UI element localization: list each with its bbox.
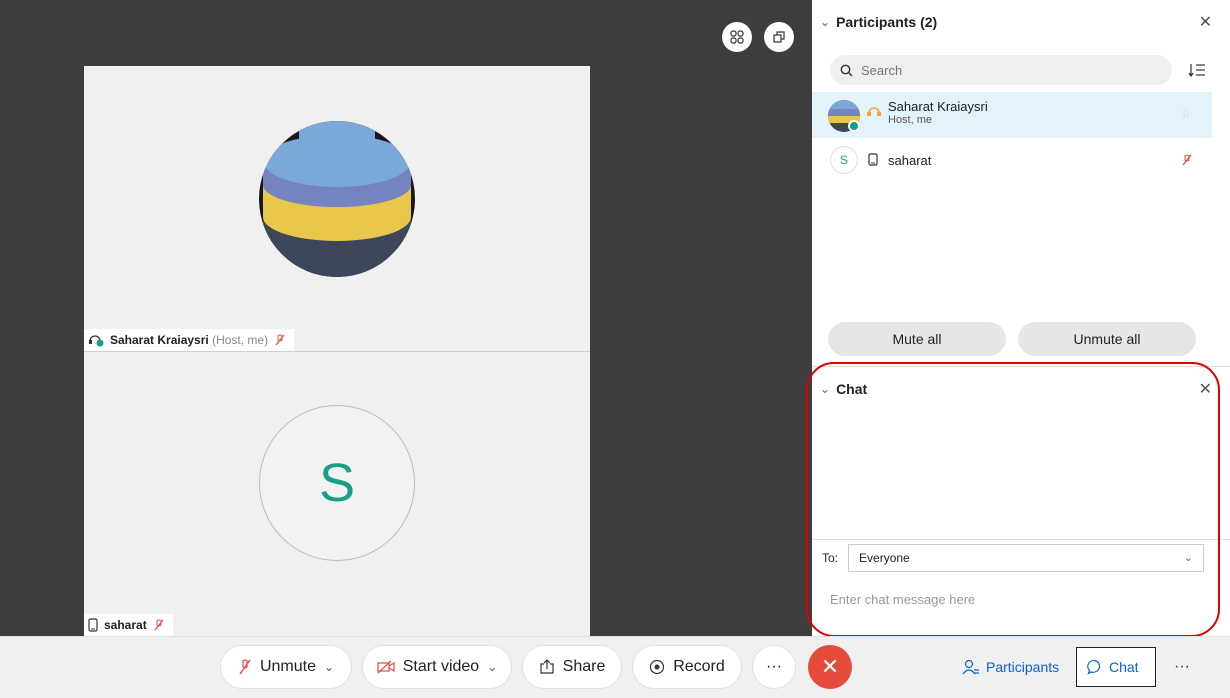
chevron-down-icon: ⌄ bbox=[1183, 552, 1194, 564]
saharat-tile-name: saharat bbox=[104, 618, 147, 632]
participants-pane-button[interactable]: Participants bbox=[952, 647, 1069, 687]
video-tile-saharat[interactable]: S saharat bbox=[84, 351, 590, 636]
participants-icon bbox=[962, 659, 979, 675]
more-options-button[interactable]: ··· bbox=[752, 645, 796, 689]
side-panel: ⌄ Participants (2) ✕ Search Saharat Krai… bbox=[812, 0, 1230, 636]
headset-icon bbox=[867, 107, 881, 116]
phone-icon bbox=[868, 153, 878, 166]
participant-row-saharat[interactable]: S saharat bbox=[812, 140, 1212, 180]
close-participants-button[interactable]: ✕ bbox=[1199, 12, 1212, 32]
host-tile-name: Saharat Kraiaysri bbox=[110, 333, 209, 347]
leave-meeting-button[interactable]: ✕ bbox=[808, 645, 852, 689]
search-icon bbox=[840, 64, 853, 76]
participant-row-host[interactable]: Saharat Kraiaysri Host, me bbox=[812, 92, 1212, 138]
start-video-button[interactable]: Start video ⌄ bbox=[362, 645, 512, 689]
chat-recipient-row: To: Everyone ⌄ bbox=[812, 539, 1230, 575]
chat-title: Chat bbox=[836, 381, 868, 397]
meeting-controls-bar: Unmute ⌄ Start video ⌄ Share Record ··· … bbox=[0, 636, 1230, 698]
record-button[interactable]: Record bbox=[632, 645, 742, 689]
phone-icon bbox=[88, 618, 98, 632]
chat-bubble-icon bbox=[1087, 659, 1101, 675]
close-chat-button[interactable]: ✕ bbox=[1199, 379, 1212, 399]
unmute-label: Unmute bbox=[259, 658, 316, 675]
share-button[interactable]: Share bbox=[522, 645, 622, 689]
share-label: Share bbox=[562, 658, 606, 675]
window-icon bbox=[773, 31, 785, 43]
participant-name: saharat bbox=[888, 153, 932, 168]
saharat-avatar: S bbox=[259, 405, 415, 561]
muted-mic-icon bbox=[154, 619, 164, 631]
saharat-name-tag: saharat bbox=[84, 614, 173, 636]
participants-title: Participants (2) bbox=[836, 14, 938, 30]
sort-icon bbox=[1188, 64, 1205, 78]
collapse-chevron-icon[interactable]: ⌄ bbox=[820, 382, 830, 396]
muted-mic-icon bbox=[239, 659, 251, 675]
chat-pane-label: Chat bbox=[1109, 659, 1139, 675]
host-name-tag: Saharat Kraiaysri (Host, me) bbox=[84, 329, 295, 351]
participant-name: Saharat Kraiaysri bbox=[888, 99, 988, 114]
grid-view-button[interactable] bbox=[722, 22, 752, 52]
sort-button[interactable] bbox=[1184, 58, 1210, 82]
unmute-all-button[interactable]: Unmute all bbox=[1018, 322, 1196, 356]
more-panels-button[interactable]: ··· bbox=[1164, 647, 1200, 687]
video-tile-host[interactable]: Saharat Kraiaysri (Host, me) bbox=[84, 66, 590, 351]
popout-button[interactable] bbox=[764, 22, 794, 52]
grid-icon bbox=[730, 30, 744, 44]
video-off-icon bbox=[377, 660, 395, 674]
host-avatar bbox=[259, 121, 415, 277]
status-dot-icon bbox=[848, 120, 860, 132]
recipient-value: Everyone bbox=[859, 550, 910, 565]
muted-mic-icon bbox=[275, 334, 285, 346]
chat-pane-button[interactable]: Chat bbox=[1076, 647, 1156, 687]
chevron-down-icon[interactable]: ⌄ bbox=[487, 660, 497, 674]
saharat-avatar-small: S bbox=[830, 146, 858, 174]
unmute-button[interactable]: Unmute ⌄ bbox=[220, 645, 352, 689]
participants-pane-label: Participants bbox=[986, 659, 1060, 675]
chat-header: ⌄ Chat ✕ bbox=[812, 367, 1230, 411]
recipient-select[interactable]: Everyone ⌄ bbox=[848, 543, 1205, 572]
share-icon bbox=[540, 659, 554, 674]
participant-sub: Host, me bbox=[888, 114, 933, 126]
muted-mic-icon bbox=[1182, 154, 1192, 166]
host-tile-role: (Host, me) bbox=[212, 333, 269, 347]
mute-all-button[interactable]: Mute all bbox=[828, 322, 1006, 356]
video-stage: Saharat Kraiaysri (Host, me) S saharat bbox=[0, 0, 812, 636]
headset-connected-icon bbox=[89, 335, 104, 347]
mic-icon bbox=[1183, 109, 1189, 118]
record-label: Record bbox=[673, 658, 725, 675]
record-icon bbox=[650, 659, 665, 675]
chevron-down-icon[interactable]: ⌄ bbox=[324, 660, 334, 674]
search-input[interactable] bbox=[861, 62, 1141, 78]
close-icon: ✕ bbox=[820, 654, 840, 679]
chat-section: ⌄ Chat ✕ To: Everyone ⌄ bbox=[812, 366, 1230, 636]
participant-search[interactable] bbox=[830, 55, 1172, 85]
participants-header: ⌄ Participants (2) ✕ bbox=[812, 0, 1230, 44]
start-video-label: Start video bbox=[402, 658, 480, 675]
to-label: To: bbox=[822, 550, 839, 565]
chat-message-input[interactable] bbox=[822, 581, 1218, 617]
collapse-chevron-icon[interactable]: ⌄ bbox=[820, 15, 830, 29]
